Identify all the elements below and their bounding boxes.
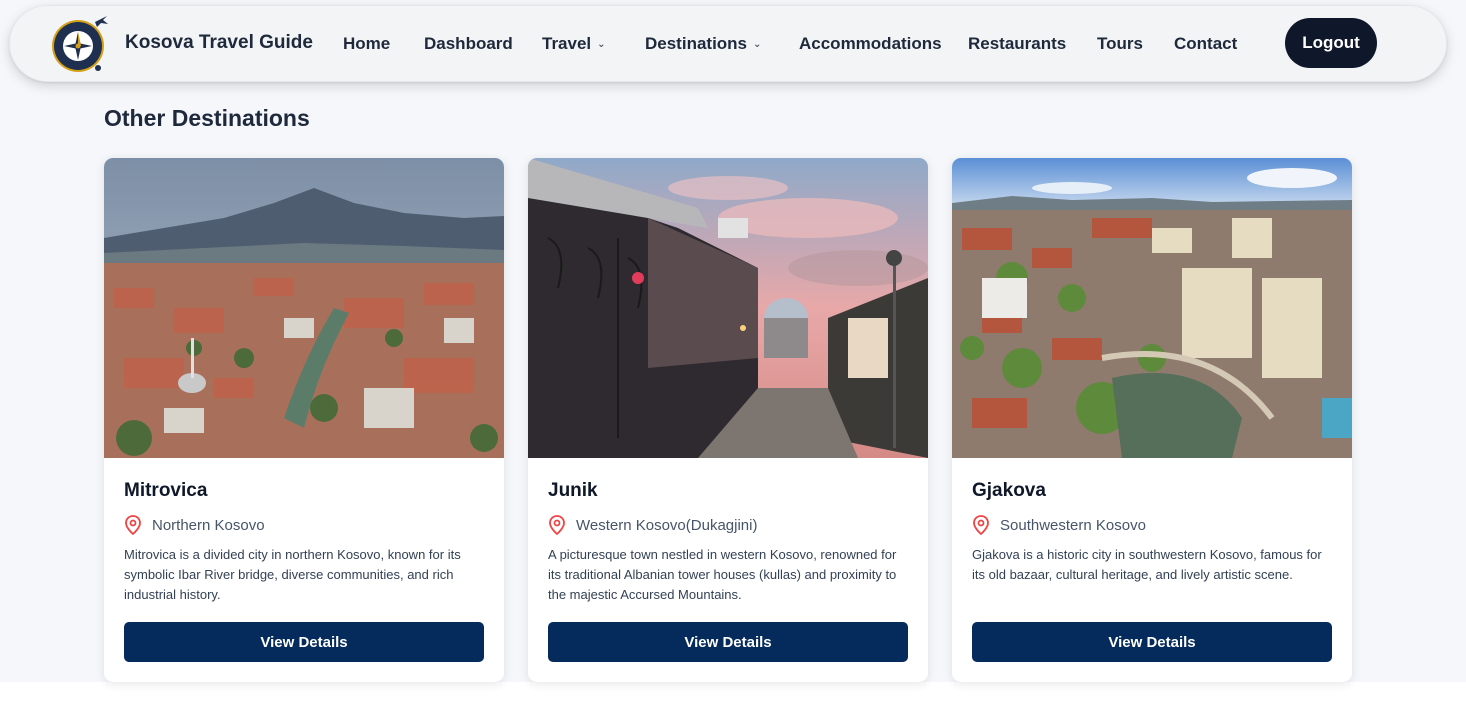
- nav-item-label: Home: [343, 34, 391, 53]
- compass-icon[interactable]: [51, 14, 109, 74]
- brand-title[interactable]: Kosova Travel Guide: [125, 32, 313, 54]
- map-pin-icon: [972, 515, 990, 536]
- destination-image[interactable]: [528, 158, 928, 458]
- map-pin-icon: [548, 515, 566, 536]
- card-location: Northern Kosovo: [152, 517, 265, 534]
- nav-item-label: Contact: [1174, 34, 1238, 53]
- section-title: Other Destinations: [104, 105, 310, 131]
- nav-item-home[interactable]: Home: [343, 34, 390, 54]
- destination-image[interactable]: [952, 158, 1352, 458]
- logout-button[interactable]: Logout: [1285, 18, 1377, 68]
- card-title[interactable]: Mitrovica: [124, 480, 207, 502]
- destination-card: Gjakova Southwestern Kosovo Gjakova is a…: [952, 158, 1352, 682]
- nav-item-label: Travel: [542, 34, 592, 53]
- map-pin-icon: [124, 515, 142, 536]
- card-title[interactable]: Junik: [548, 480, 598, 502]
- nav-item-contact[interactable]: Contact: [1174, 34, 1237, 54]
- navbar: Kosova Travel Guide Home Dashboard Trave…: [9, 5, 1447, 82]
- card-description: Gjakova is a historic city in southweste…: [972, 547, 1322, 582]
- nav-item-label: Destinations: [645, 34, 748, 53]
- nav-item-label: Tours: [1097, 34, 1143, 53]
- destination-card: Junik Western Kosovo(Dukagjini) A pictur…: [528, 158, 928, 682]
- view-details-button[interactable]: View Details: [548, 622, 908, 662]
- destination-card: Mitrovica Northern Kosovo Mitrovica is a…: [104, 158, 504, 682]
- nav-item-label: Restaurants: [968, 34, 1067, 53]
- card-description: Mitrovica is a divided city in northern …: [124, 547, 461, 602]
- nav-item-label: Accommodations: [799, 34, 942, 53]
- nav-item-accommodations[interactable]: Accommodations: [799, 34, 942, 54]
- view-details-button[interactable]: View Details: [972, 622, 1332, 662]
- card-location: Western Kosovo(Dukagjini): [576, 517, 758, 534]
- card-title[interactable]: Gjakova: [972, 480, 1046, 502]
- nav-item-restaurants[interactable]: Restaurants: [968, 34, 1066, 54]
- nav-item-dashboard[interactable]: Dashboard: [424, 34, 513, 54]
- nav-item-destinations[interactable]: Destinations ⌄: [645, 34, 761, 54]
- chevron-down-icon: ⌄: [753, 39, 762, 50]
- nav-item-travel[interactable]: Travel ⌄: [542, 34, 606, 54]
- chevron-down-icon: ⌄: [597, 39, 606, 50]
- nav-item-label: Dashboard: [424, 34, 513, 53]
- card-description: A picturesque town nestled in western Ko…: [548, 547, 897, 602]
- card-location: Southwestern Kosovo: [1000, 517, 1146, 534]
- destination-image[interactable]: [104, 158, 504, 458]
- nav-item-tours[interactable]: Tours: [1097, 34, 1143, 54]
- view-details-button[interactable]: View Details: [124, 622, 484, 662]
